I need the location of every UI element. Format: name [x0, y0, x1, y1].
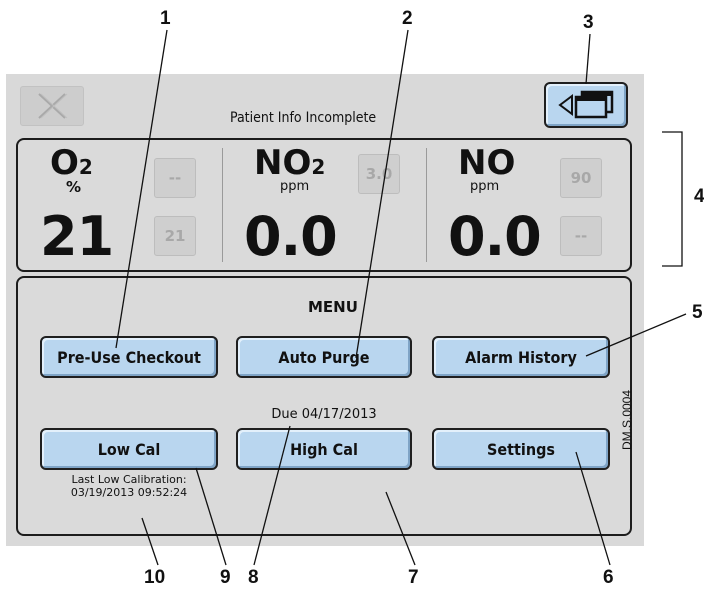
callout-leaders: [115, 29, 687, 566]
callout-3: 3: [583, 12, 594, 33]
callout-4: 4: [694, 186, 704, 207]
callout-7: 7: [408, 567, 419, 588]
figure-code: DM.S.0004: [620, 389, 634, 450]
callout-10: 10: [144, 567, 166, 588]
callout-8: 8: [248, 567, 259, 588]
callout-5: 5: [692, 302, 703, 323]
callout-1: 1: [160, 8, 171, 29]
callout-6: 6: [603, 567, 614, 588]
callout-2: 2: [402, 8, 413, 29]
callout-9: 9: [220, 567, 231, 588]
